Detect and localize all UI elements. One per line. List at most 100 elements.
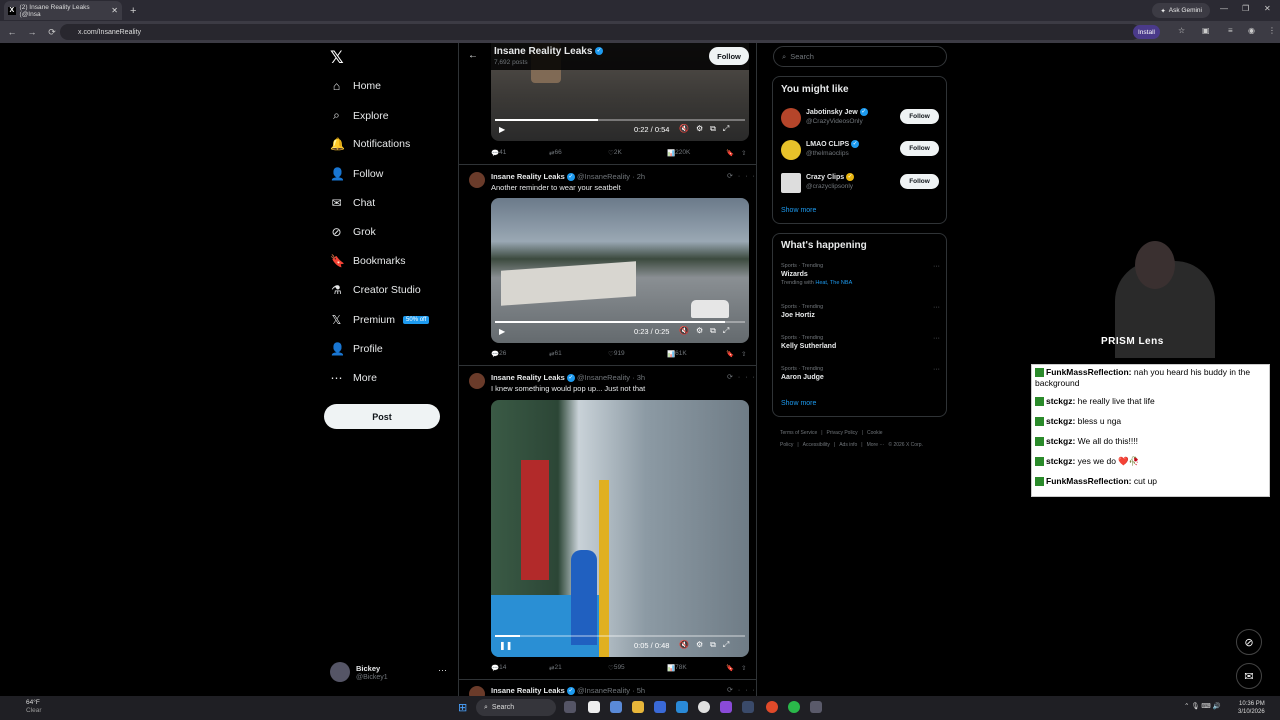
nav-item-bookmarks[interactable]: 🔖 Bookmarks	[330, 254, 406, 268]
trend-item[interactable]: Sports · Trending Joe Hortiz ···	[781, 304, 941, 319]
nav-item-chat[interactable]: ✉ Chat	[330, 196, 375, 210]
bookmark-icon[interactable]: 🔖	[726, 664, 734, 672]
video-player[interactable]: ▶ 0:23 / 0:25 🔇⚙⧉⤢	[491, 198, 749, 343]
spotify-icon[interactable]	[788, 701, 800, 713]
reply-button[interactable]: 💬 41	[491, 149, 506, 157]
profile-icon[interactable]: ◉	[1248, 26, 1255, 35]
nav-item-grok[interactable]: ⊘ Grok	[330, 225, 375, 239]
video-progress[interactable]	[495, 119, 745, 121]
app-icon[interactable]	[654, 701, 666, 713]
start-icon[interactable]: ⊞	[458, 701, 467, 714]
steam-icon[interactable]	[742, 701, 754, 713]
tray-icons[interactable]: ⌃ 🎙 ⌨ 🔊	[1184, 702, 1221, 710]
app-icon[interactable]	[588, 701, 600, 713]
app-icon[interactable]	[720, 701, 732, 713]
suggestion-item[interactable]: Jabotinsky Jew ✓ @CrazyVideosOnly Follow	[781, 108, 941, 132]
install-button[interactable]: Install	[1133, 25, 1160, 39]
extensions-icon[interactable]: ≡	[1228, 26, 1233, 35]
messages-icon[interactable]: ✉	[1236, 663, 1262, 689]
nav-item-premium[interactable]: 𝕏 Premium 50% off	[330, 313, 430, 327]
tweet-menu-icon[interactable]: ⟳···	[727, 686, 756, 694]
reply-button[interactable]: 💬 14	[491, 664, 506, 672]
more-icon[interactable]: ···	[438, 665, 447, 675]
search-input[interactable]: ⌕ Search	[773, 46, 947, 67]
close-window-icon[interactable]: ✕	[1264, 4, 1271, 13]
footer-link[interactable]: More ···	[867, 442, 885, 448]
video-settings-icons[interactable]: 🔇⚙⧉⤢	[679, 640, 736, 650]
footer-link[interactable]: © 2026 X Corp.	[888, 442, 923, 448]
minimize-icon[interactable]: —	[1220, 4, 1228, 13]
more-icon[interactable]: ···	[933, 335, 940, 342]
app-icon[interactable]	[676, 701, 688, 713]
file-explorer-icon[interactable]	[632, 701, 644, 713]
tweet-avatar[interactable]	[469, 172, 485, 188]
tweet-author[interactable]: Insane Reality Leaks ✓ @InsaneReality · …	[491, 172, 645, 182]
video-settings-icons[interactable]: 🔇⚙⧉⤢	[679, 326, 736, 336]
video-progress[interactable]	[495, 321, 745, 323]
trend-extra-links[interactable]: Heat, The NBA	[815, 280, 852, 286]
new-tab-icon[interactable]: +	[130, 5, 136, 17]
repost-button[interactable]: ⇄ 61	[549, 350, 562, 358]
share-icon[interactable]: ⇧	[741, 350, 746, 358]
more-icon[interactable]: ···	[933, 304, 940, 311]
footer-link[interactable]: Ads info	[839, 442, 857, 448]
taskbar-search[interactable]: ⌕ Search	[476, 699, 556, 716]
bookmark-icon[interactable]: 🔖	[726, 350, 734, 358]
trend-item[interactable]: Sports · Trending Wizards Trending with …	[781, 263, 941, 286]
like-button[interactable]: ♡ 2K	[608, 149, 622, 157]
like-button[interactable]: ♡ 595	[608, 664, 625, 672]
nav-item-creator-studio[interactable]: ⚗ Creator Studio	[330, 283, 421, 297]
tweet-menu-icon[interactable]: ⟳···	[727, 172, 756, 180]
nav-item-follow[interactable]: 👤 Follow	[330, 167, 383, 181]
x-logo-icon[interactable]: 𝕏	[330, 48, 344, 68]
play-icon[interactable]: ▶	[499, 125, 505, 134]
show-more-link[interactable]: Show more	[781, 207, 816, 214]
pause-icon[interactable]: ❚❚	[499, 641, 512, 650]
back-arrow-icon[interactable]: ←	[468, 50, 478, 61]
follow-button[interactable]: Follow	[900, 174, 939, 189]
follow-button[interactable]: Follow	[900, 109, 939, 124]
views-button[interactable]: 📊 61K	[667, 350, 687, 358]
share-icon[interactable]: ⇧	[741, 664, 746, 672]
like-button[interactable]: ♡ 919	[608, 350, 625, 358]
ask-gemini-button[interactable]: ✦ Ask Gemini	[1152, 3, 1210, 18]
nav-item-more[interactable]: ⋯ More	[330, 371, 377, 385]
more-icon[interactable]: ···	[933, 263, 940, 270]
star-icon[interactable]: ☆	[1178, 26, 1185, 35]
play-icon[interactable]: ▶	[499, 327, 505, 336]
app-icon[interactable]	[564, 701, 576, 713]
grok-icon[interactable]: ⊘	[1236, 629, 1262, 655]
nav-item-explore[interactable]: ⌕ Explore	[330, 108, 388, 123]
app-icon[interactable]	[766, 701, 778, 713]
app-icon[interactable]	[810, 701, 822, 713]
follow-button[interactable]: Follow	[900, 141, 939, 156]
profile-feed[interactable]: ← Insane Reality Leaks ✓ 7,692 posts Fol…	[458, 43, 757, 696]
video-progress[interactable]	[495, 635, 745, 637]
trend-item[interactable]: Sports · Trending Aaron Judge ···	[781, 366, 941, 381]
restore-icon[interactable]: ❐	[1242, 4, 1249, 13]
sidebar-icon[interactable]: ▣	[1202, 26, 1210, 35]
system-clock[interactable]: 10:36 PM 3/10/2026	[1238, 700, 1265, 716]
video-player[interactable]: ❚❚ 0:05 / 0:48 🔇⚙⧉⤢	[491, 400, 749, 657]
tweet-avatar[interactable]	[469, 373, 485, 389]
menu-icon[interactable]: ⋮	[1268, 26, 1276, 35]
chrome-icon[interactable]	[698, 701, 710, 713]
app-icon[interactable]	[610, 701, 622, 713]
repost-button[interactable]: ⇄ 66	[549, 149, 562, 157]
post-button[interactable]: Post	[324, 404, 440, 429]
show-more-link[interactable]: Show more	[781, 400, 816, 407]
trend-item[interactable]: Sports · Trending Kelly Sutherland ···	[781, 335, 941, 350]
follow-button[interactable]: Follow	[709, 47, 749, 65]
tweet-avatar[interactable]	[469, 686, 485, 696]
bookmark-icon[interactable]: 🔖	[726, 149, 734, 157]
reply-button[interactable]: 💬 26	[491, 350, 506, 358]
views-button[interactable]: 📊 220K	[667, 149, 690, 157]
forward-icon[interactable]: →	[24, 27, 40, 37]
tweet-author[interactable]: Insane Reality Leaks ✓ @InsaneReality · …	[491, 686, 645, 696]
nav-item-notifications[interactable]: 🔔 Notifications	[330, 137, 410, 151]
views-button[interactable]: 📊 78K	[667, 664, 687, 672]
footer-link[interactable]: Privacy Policy	[827, 430, 858, 436]
reload-icon[interactable]: ⟳	[44, 27, 60, 38]
more-icon[interactable]: ···	[933, 366, 940, 373]
footer-link[interactable]: Terms of Service	[780, 430, 817, 436]
